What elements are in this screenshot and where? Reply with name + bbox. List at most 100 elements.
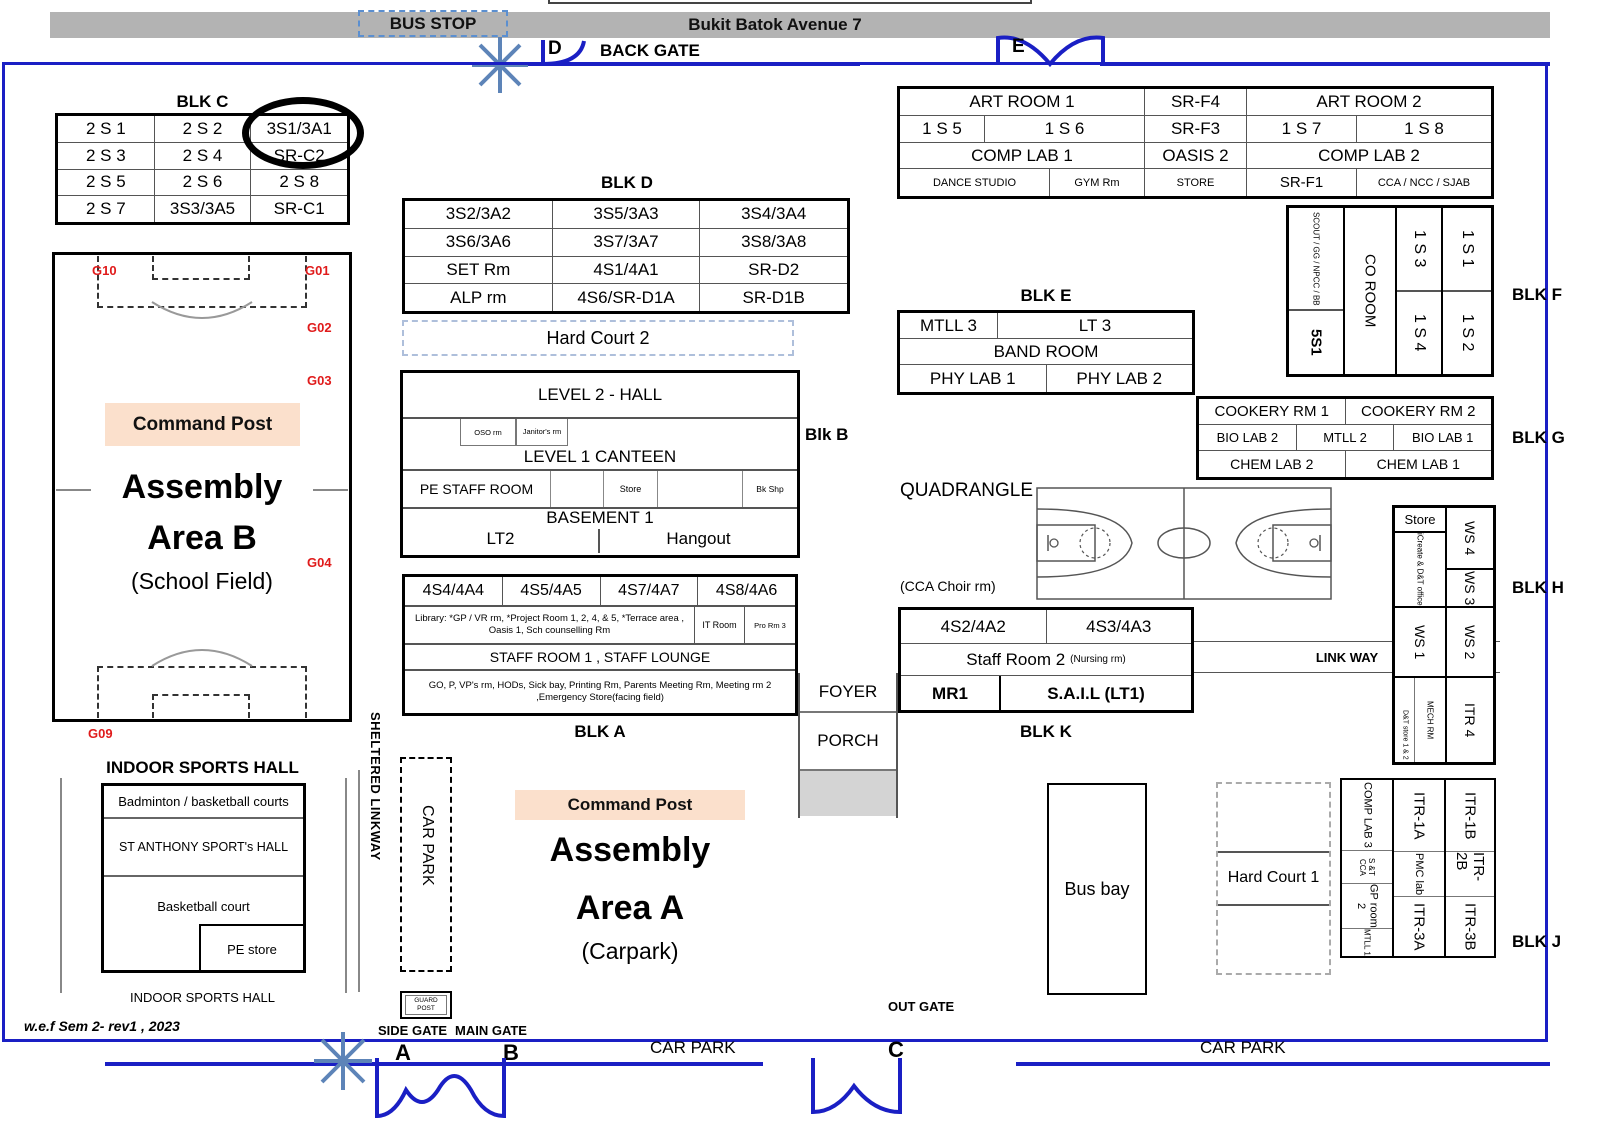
room-cell[interactable]: 4S6/SR-D1A xyxy=(553,284,701,311)
cca-ncc-sjab[interactable]: CCA / NCC / SJAB xyxy=(1357,169,1491,196)
dance-studio[interactable]: DANCE STUDIO xyxy=(900,169,1050,196)
sr-f4[interactable]: SR-F4 xyxy=(1145,89,1247,115)
art-room-1[interactable]: ART ROOM 1 xyxy=(900,89,1145,115)
room-cell[interactable]: 4S3/4A3 xyxy=(1047,610,1192,643)
room-cell[interactable]: 2 S 6 xyxy=(155,169,252,196)
pro-room-3[interactable]: Pro Rm 3 xyxy=(745,607,795,643)
room-cell[interactable]: 4S2/4A2 xyxy=(901,610,1047,643)
room-cell[interactable]: 4S7/4A7 xyxy=(601,577,699,605)
room-cell[interactable]: SR-C1 xyxy=(251,196,347,222)
hard-court-2[interactable]: Hard Court 2 xyxy=(402,320,794,356)
itr-1b[interactable]: ITR-1B xyxy=(1462,792,1479,840)
room-cell[interactable]: 3S5/3A3 xyxy=(553,201,701,228)
room-cell[interactable]: 2 S 5 xyxy=(58,169,155,196)
room-cell[interactable]: 4S4/4A4 xyxy=(405,577,503,605)
store-room[interactable]: Store xyxy=(603,471,658,507)
comp-lab-2[interactable]: COMP LAB 2 xyxy=(1247,143,1491,168)
cookery-rm-1[interactable]: COOKERY RM 1 xyxy=(1199,399,1346,424)
bio-lab-1[interactable]: BIO LAB 1 xyxy=(1394,425,1491,450)
room-cell[interactable]: 3S4/3A4 xyxy=(700,201,847,228)
room-cell[interactable]: 2 S 7 xyxy=(58,196,155,222)
level-1-canteen[interactable]: LEVEL 1 CANTEEN xyxy=(524,447,676,469)
room-cell[interactable]: 1 S 8 xyxy=(1357,116,1491,142)
itr-4[interactable]: ITR 4 xyxy=(1462,703,1478,737)
book-shop[interactable]: Bk Shp xyxy=(742,471,797,507)
room-cell[interactable]: 4S8/4A6 xyxy=(698,577,795,605)
icreate-dt-office[interactable]: iCreate & D&T office xyxy=(1415,533,1425,606)
room-cell[interactable]: 2 S 1 xyxy=(58,116,155,142)
dt-store[interactable]: D&T store 1 & 2 xyxy=(1401,710,1408,760)
room-cell[interactable]: 2 S 8 xyxy=(251,170,347,196)
bio-lab-2[interactable]: BIO LAB 2 xyxy=(1199,425,1297,450)
store-room[interactable]: STORE xyxy=(1145,169,1247,196)
pe-staff-room[interactable]: PE STAFF ROOM xyxy=(403,471,551,507)
it-room[interactable]: IT Room xyxy=(695,607,745,643)
janitors-room[interactable]: Janitor's rm xyxy=(516,419,568,446)
comp-lab-3[interactable]: COMP LAB 3 xyxy=(1361,782,1373,848)
mtll-3[interactable]: MTLL 3 xyxy=(900,313,998,338)
room-cell[interactable]: 1 S 7 xyxy=(1247,116,1357,142)
room-cell[interactable]: 3S6/3A6 xyxy=(405,228,553,256)
comp-lab-1[interactable]: COMP LAB 1 xyxy=(900,143,1145,168)
admin-offices[interactable]: GO, P, VP's rm, HODs, Sick bay, Printing… xyxy=(405,671,795,713)
itr-2b[interactable]: ITR-2B xyxy=(1453,852,1487,896)
room-cell[interactable]: 4S5/4A5 xyxy=(503,577,601,605)
room-cell[interactable]: 1 S 6 xyxy=(985,116,1145,142)
ws-1[interactable]: WS 1 xyxy=(1412,625,1428,659)
oso-room[interactable]: OSO rm xyxy=(460,419,516,446)
basement-1[interactable]: BASEMENT 1 xyxy=(403,508,797,528)
band-room[interactable]: BAND ROOM xyxy=(900,339,1192,365)
itr-3b[interactable]: ITR-3B xyxy=(1462,903,1479,951)
phy-lab-1[interactable]: PHY LAB 1 xyxy=(900,365,1047,392)
itr-1a[interactable]: ITR-1A xyxy=(1411,792,1428,840)
room-cell[interactable]: 2 S 4 xyxy=(155,142,252,169)
room-1s2[interactable]: 1 S 2 xyxy=(1458,314,1476,351)
room-1s3[interactable]: 1 S 3 xyxy=(1410,230,1428,267)
sports-hall-row[interactable]: Basketball court xyxy=(157,899,250,914)
cookery-rm-2[interactable]: COOKERY RM 2 xyxy=(1346,399,1492,424)
staff-room-2[interactable]: Staff Room 2 xyxy=(966,650,1065,670)
mr1[interactable]: MR1 xyxy=(901,676,1001,711)
sports-hall-row[interactable]: ST ANTHONY SPORT's HALL xyxy=(104,819,303,877)
sr-f1[interactable]: SR-F1 xyxy=(1247,169,1357,196)
chem-lab-1[interactable]: CHEM LAB 1 xyxy=(1346,451,1492,477)
scout-gg-npcc-bb[interactable]: SCOUT / GG / NPCC / BB xyxy=(1311,212,1321,306)
foyer[interactable]: FOYER xyxy=(800,673,896,713)
co-room[interactable]: CO ROOM xyxy=(1362,254,1379,327)
room-cell[interactable]: 2 S 3 xyxy=(58,142,155,169)
room-5s1[interactable]: 5S1 xyxy=(1308,329,1325,356)
pmc-lab[interactable]: PMC lab xyxy=(1413,853,1425,895)
mech-room[interactable]: MECH RM xyxy=(1425,701,1435,739)
staff-room-1[interactable]: STAFF ROOM 1 , STAFF LOUNGE xyxy=(405,645,795,671)
room-cell[interactable]: SR-D1B xyxy=(700,284,847,311)
library-area[interactable]: Library: *GP / VR rm, *Project Room 1, 2… xyxy=(405,607,695,643)
gp-room-2[interactable]: GP room 2 xyxy=(1354,884,1380,928)
room-cell[interactable]: 3S7/3A7 xyxy=(553,228,701,256)
room-cell[interactable]: 3S3/3A5 xyxy=(155,196,252,222)
gym-room[interactable]: GYM Rm xyxy=(1050,169,1145,196)
room-cell[interactable]: SR-D2 xyxy=(700,257,847,284)
room-cell[interactable]: 4S1/4A1 xyxy=(553,256,701,284)
ws-3[interactable]: WS 3 xyxy=(1462,571,1478,605)
art-room-2[interactable]: ART ROOM 2 xyxy=(1247,89,1491,115)
room-cell[interactable]: 3S8/3A8 xyxy=(700,229,847,256)
mtll-1[interactable]: MTLL 1 xyxy=(1363,929,1372,956)
room-cell[interactable]: 3S1/3A1 xyxy=(251,116,347,142)
sports-hall-row[interactable]: Badminton / basketball courts xyxy=(104,786,303,819)
room-cell[interactable]: SR-C2 xyxy=(251,143,347,169)
hard-court-1[interactable]: Hard Court 1 xyxy=(1216,782,1331,975)
room-cell[interactable]: SR-F3 xyxy=(1145,116,1247,142)
nursing-room[interactable]: (Nursing rm) xyxy=(1070,654,1126,665)
ws-2[interactable]: WS 2 xyxy=(1462,625,1478,659)
ws-4[interactable]: WS 4 xyxy=(1462,521,1478,555)
mtll-2[interactable]: MTLL 2 xyxy=(1297,425,1395,450)
room-cell[interactable]: 2 S 2 xyxy=(155,116,252,142)
room-cell[interactable]: ALP rm xyxy=(405,284,553,311)
hangout[interactable]: Hangout xyxy=(600,529,797,549)
itr-3a[interactable]: ITR-3A xyxy=(1411,903,1428,951)
room-cell[interactable]: 1 S 5 xyxy=(900,116,985,142)
s-and-t-cca[interactable]: S &T CCA xyxy=(1358,851,1376,883)
chem-lab-2[interactable]: CHEM LAB 2 xyxy=(1199,451,1346,477)
lt2[interactable]: LT2 xyxy=(403,529,600,553)
room-1s1[interactable]: 1 S 1 xyxy=(1458,230,1476,267)
